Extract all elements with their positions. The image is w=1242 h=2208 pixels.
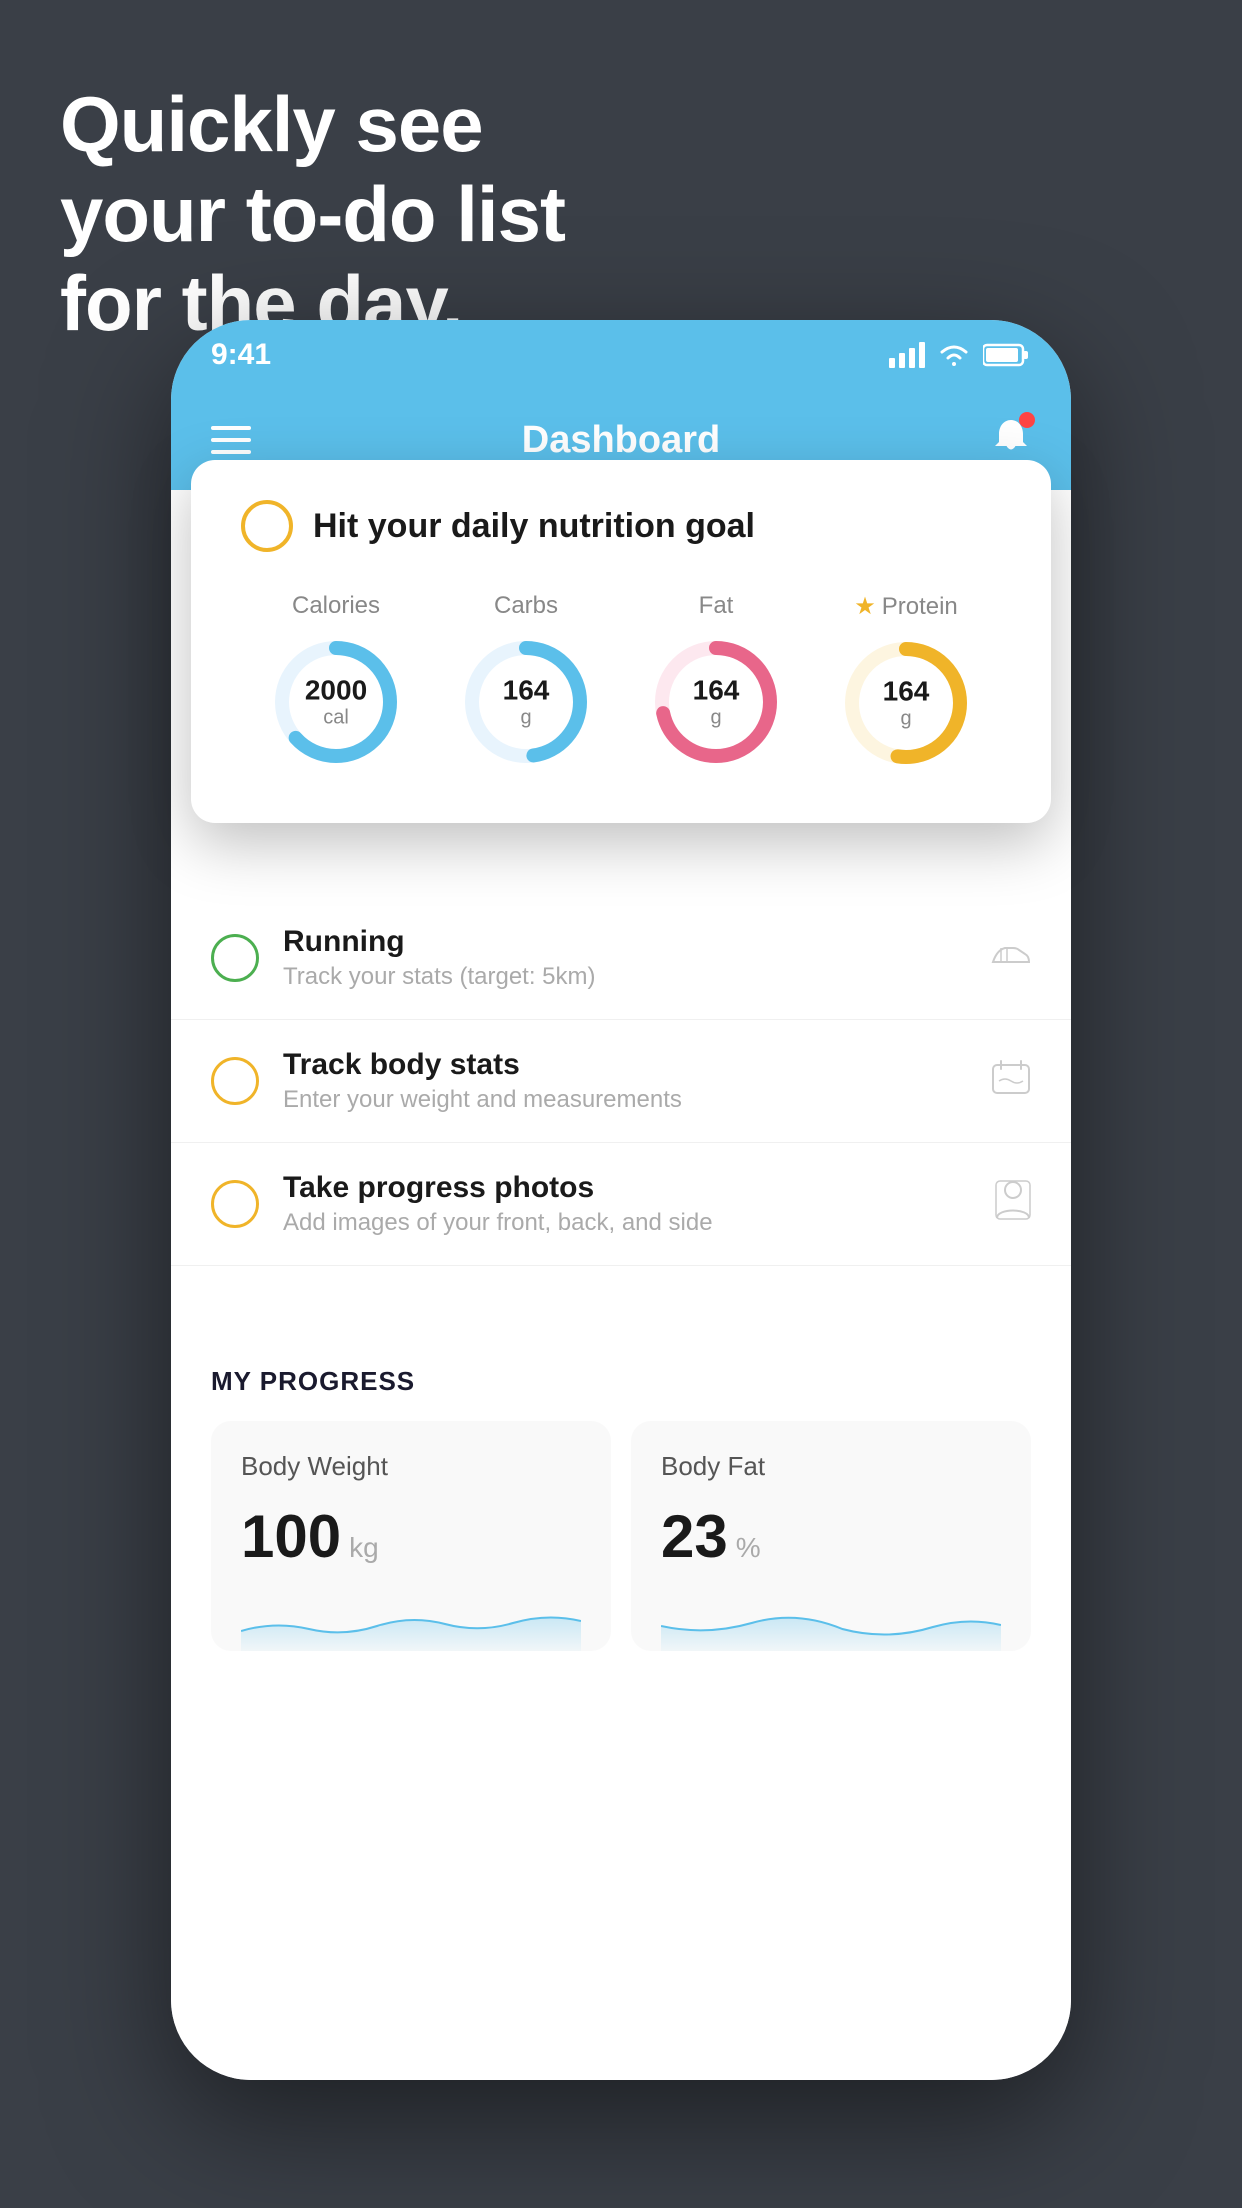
fat-value: 164	[693, 676, 740, 707]
carbs-value: 164	[503, 676, 550, 707]
todo-item-photos[interactable]: Take progress photos Add images of your …	[171, 1143, 1071, 1266]
notification-dot	[1019, 412, 1035, 428]
todo-text-running: Running Track your stats (target: 5km)	[283, 925, 967, 991]
body-weight-title: Body Weight	[241, 1451, 581, 1482]
fat-donut: 164 g	[646, 632, 786, 772]
nutrition-fat: Fat 164 g	[646, 592, 786, 772]
notification-button[interactable]	[991, 416, 1031, 465]
progress-card-weight[interactable]: Body Weight 100 kg	[211, 1421, 611, 1651]
todo-item-running[interactable]: Running Track your stats (target: 5km)	[171, 897, 1071, 1020]
status-icons	[889, 342, 1031, 368]
protein-value: 164	[883, 677, 930, 708]
carbs-unit: g	[520, 706, 531, 728]
progress-card-fat[interactable]: Body Fat 23 %	[631, 1421, 1031, 1651]
todo-title-running: Running	[283, 925, 967, 959]
calories-label: Calories	[292, 592, 380, 620]
card-title: Hit your daily nutrition goal	[313, 507, 755, 546]
nutrition-card: Hit your daily nutrition goal Calories 2…	[191, 460, 1051, 823]
scale-icon	[991, 1059, 1031, 1104]
body-fat-unit: %	[736, 1532, 761, 1564]
time: 9:41	[211, 338, 271, 372]
person-icon	[995, 1180, 1031, 1229]
status-bar: 9:41	[171, 320, 1071, 390]
headline: Quickly see your to-do list for the day.	[60, 80, 565, 349]
todo-item-body-stats[interactable]: Track body stats Enter your weight and m…	[171, 1020, 1071, 1143]
todo-subtitle-running: Track your stats (target: 5km)	[283, 963, 967, 991]
nutrition-carbs: Carbs 164 g	[456, 592, 596, 772]
wifi-icon	[937, 342, 971, 368]
body-fat-wave	[661, 1591, 1001, 1651]
todo-title-stats: Track body stats	[283, 1048, 967, 1082]
fat-unit: g	[710, 706, 721, 728]
calories-unit: cal	[323, 706, 349, 728]
todo-list: Running Track your stats (target: 5km) T…	[171, 897, 1071, 1266]
headline-line1: Quickly see	[60, 80, 565, 170]
headline-line2: your to-do list	[60, 170, 565, 260]
protein-donut: 164 g	[836, 633, 976, 773]
body-weight-value-row: 100 kg	[241, 1502, 581, 1571]
protein-star-icon: ★	[854, 592, 876, 621]
header-title: Dashboard	[522, 419, 720, 462]
todo-circle-running	[211, 934, 259, 982]
nutrition-circles: Calories 2000 cal Carbs	[241, 582, 1001, 773]
todo-title-photos: Take progress photos	[283, 1171, 971, 1205]
todo-circle-photos	[211, 1180, 259, 1228]
progress-label: MY PROGRESS	[211, 1366, 1031, 1397]
body-fat-number: 23	[661, 1502, 728, 1571]
protein-label: Protein	[882, 593, 958, 621]
progress-section: MY PROGRESS Body Weight 100 kg	[171, 1326, 1071, 1651]
todo-circle-stats	[211, 1057, 259, 1105]
menu-button[interactable]	[211, 426, 251, 454]
signal-icon	[889, 342, 925, 368]
protein-unit: g	[900, 707, 911, 729]
todo-subtitle-stats: Enter your weight and measurements	[283, 1086, 967, 1114]
todo-text-stats: Track body stats Enter your weight and m…	[283, 1048, 967, 1114]
fat-label: Fat	[699, 592, 734, 620]
body-fat-title: Body Fat	[661, 1451, 1001, 1482]
todo-subtitle-photos: Add images of your front, back, and side	[283, 1209, 971, 1237]
nutrition-protein: ★ Protein 164 g	[836, 592, 976, 773]
card-header-row: Hit your daily nutrition goal	[241, 500, 1001, 552]
calories-value: 2000	[305, 676, 367, 707]
carbs-label: Carbs	[494, 592, 558, 620]
battery-icon	[983, 343, 1031, 367]
todo-text-photos: Take progress photos Add images of your …	[283, 1171, 971, 1237]
body-weight-wave	[241, 1591, 581, 1651]
progress-cards: Body Weight 100 kg	[211, 1421, 1031, 1651]
carbs-donut: 164 g	[456, 632, 596, 772]
nutrition-calories: Calories 2000 cal	[266, 592, 406, 772]
body-weight-number: 100	[241, 1502, 341, 1571]
body-fat-value-row: 23 %	[661, 1502, 1001, 1571]
shoe-icon	[991, 937, 1031, 979]
card-check-circle	[241, 500, 293, 552]
body-weight-unit: kg	[349, 1532, 379, 1564]
protein-label-row: ★ Protein	[854, 592, 958, 621]
calories-donut: 2000 cal	[266, 632, 406, 772]
